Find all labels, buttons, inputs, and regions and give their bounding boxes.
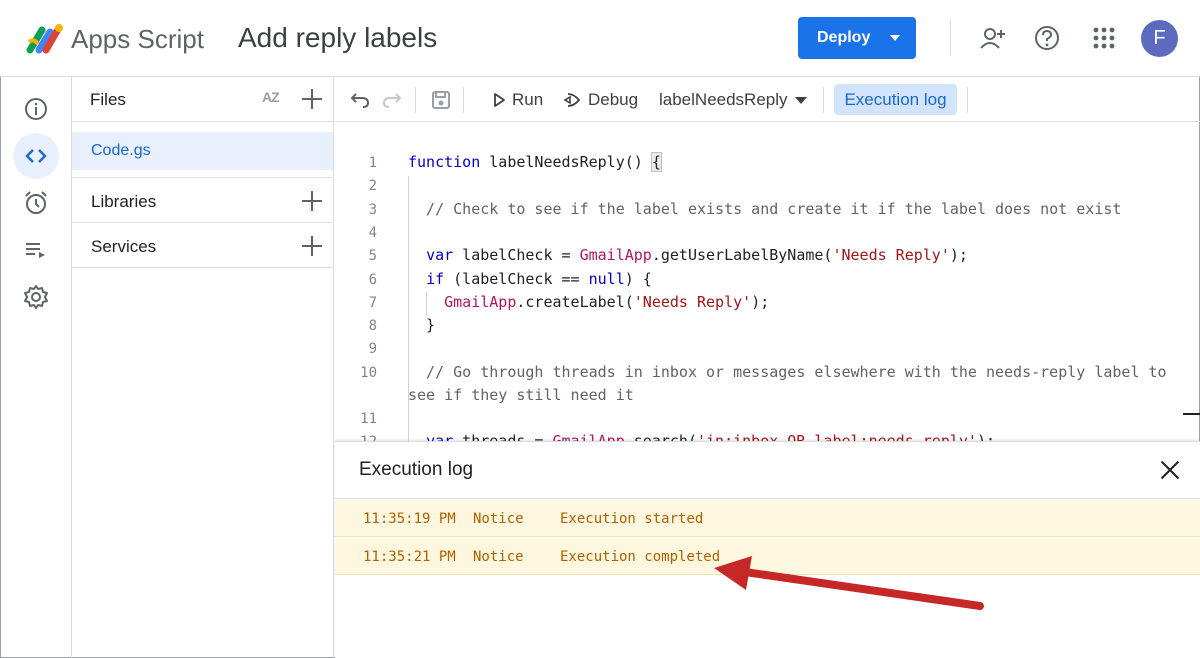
product-name: Apps Script [71,24,204,54]
services-label: Services [91,237,157,256]
line-number: 10 [360,365,377,381]
code-line-wrap[interactable]: see if they still need it [408,386,634,404]
log-time: 11:35:21 PM [363,549,456,565]
execution-log-header: Execution log [335,442,1200,499]
redo-icon[interactable] [381,89,403,111]
files-header: Files AZ [72,77,334,122]
log-row: 11:35:19 PM Notice Execution started [335,500,1200,537]
toolbar-divider [415,87,416,113]
chevron-down-icon [890,35,900,41]
apps-grid-icon[interactable] [1090,24,1118,52]
add-service-icon[interactable] [301,235,323,257]
log-message: Execution completed [560,549,721,565]
line-number: 2 [368,178,377,194]
log-level: Notice [473,549,524,565]
log-level: Notice [473,511,524,527]
code-line[interactable]: function labelNeedsReply() { [408,152,662,172]
toolbar-divider [967,87,968,113]
line-number: 9 [368,341,377,357]
add-library-icon[interactable] [301,190,323,212]
function-select[interactable]: labelNeedsReply [659,90,788,110]
line-number: 7 [368,295,377,311]
add-person-icon[interactable] [979,24,1007,52]
line-number: 12 [335,434,377,441]
toolbar-divider [463,87,464,113]
line-number: 6 [368,272,377,288]
annotation-arrow [714,556,984,610]
line-number: 5 [368,248,377,264]
code-line[interactable]: } [408,316,435,334]
undo-icon[interactable] [349,89,371,111]
execution-log-title: Execution log [359,459,474,480]
debug-icon[interactable] [562,89,584,111]
services-section[interactable]: Services [72,222,333,268]
line-number: 3 [368,202,377,218]
libraries-label: Libraries [91,192,157,211]
line-number: 8 [368,318,377,334]
code-editor[interactable]: 1 function labelNeedsReply() { 2 3 // Ch… [335,123,1200,441]
editor-icon[interactable] [13,133,59,179]
scroll-marker [1183,413,1200,415]
files-title: Files [90,90,126,109]
code-line[interactable]: GmailApp.createLabel('Needs Reply'); [408,293,769,311]
sort-az-icon[interactable]: AZ [262,89,280,105]
code-line[interactable]: if (labelCheck == null) { [408,270,652,288]
run-button[interactable]: Run [512,90,543,110]
libraries-section[interactable]: Libraries [72,177,333,223]
line-number: 4 [368,225,377,241]
log-message: Execution started [560,511,704,527]
apps-script-logo[interactable] [26,22,64,54]
editor-toolbar: Run Debug labelNeedsReply Execution log [335,77,1200,122]
executions-icon[interactable] [13,227,59,273]
file-item-code-gs[interactable]: Code.gs [72,132,333,170]
add-file-icon[interactable] [301,88,323,110]
code-line[interactable]: // Go through threads in inbox or messag… [408,363,1167,381]
save-icon[interactable] [430,89,452,111]
help-icon[interactable] [1033,24,1061,52]
overview-icon[interactable] [13,86,59,132]
files-panel: Files AZ Code.gs Libraries Services [72,77,334,658]
left-rail [0,77,72,658]
code-line[interactable]: var labelCheck = GmailApp.getUserLabelBy… [408,246,968,264]
header-divider [950,20,951,56]
toolbar-divider [823,87,824,113]
debug-button[interactable]: Debug [588,90,638,110]
deploy-label: Deploy [817,29,871,46]
code-line[interactable]: // Check to see if the label exists and … [408,200,1121,218]
line-number: 11 [360,411,377,427]
execution-log-button[interactable]: Execution log [834,84,957,115]
chevron-down-icon[interactable] [795,97,807,104]
close-icon[interactable] [1160,460,1180,480]
settings-icon[interactable] [13,274,59,320]
log-time: 11:35:19 PM [363,511,456,527]
code-line[interactable]: var threads = GmailApp.search('in:inbox … [408,432,995,441]
app-header: Apps Script Add reply labels Deploy F [0,0,1200,77]
project-title[interactable]: Add reply labels [238,20,437,56]
file-name: Code.gs [91,142,151,159]
deploy-button[interactable]: Deploy [798,17,916,59]
triggers-icon[interactable] [13,180,59,226]
avatar[interactable]: F [1141,20,1178,57]
run-icon[interactable] [488,89,510,111]
line-number: 1 [368,155,377,171]
